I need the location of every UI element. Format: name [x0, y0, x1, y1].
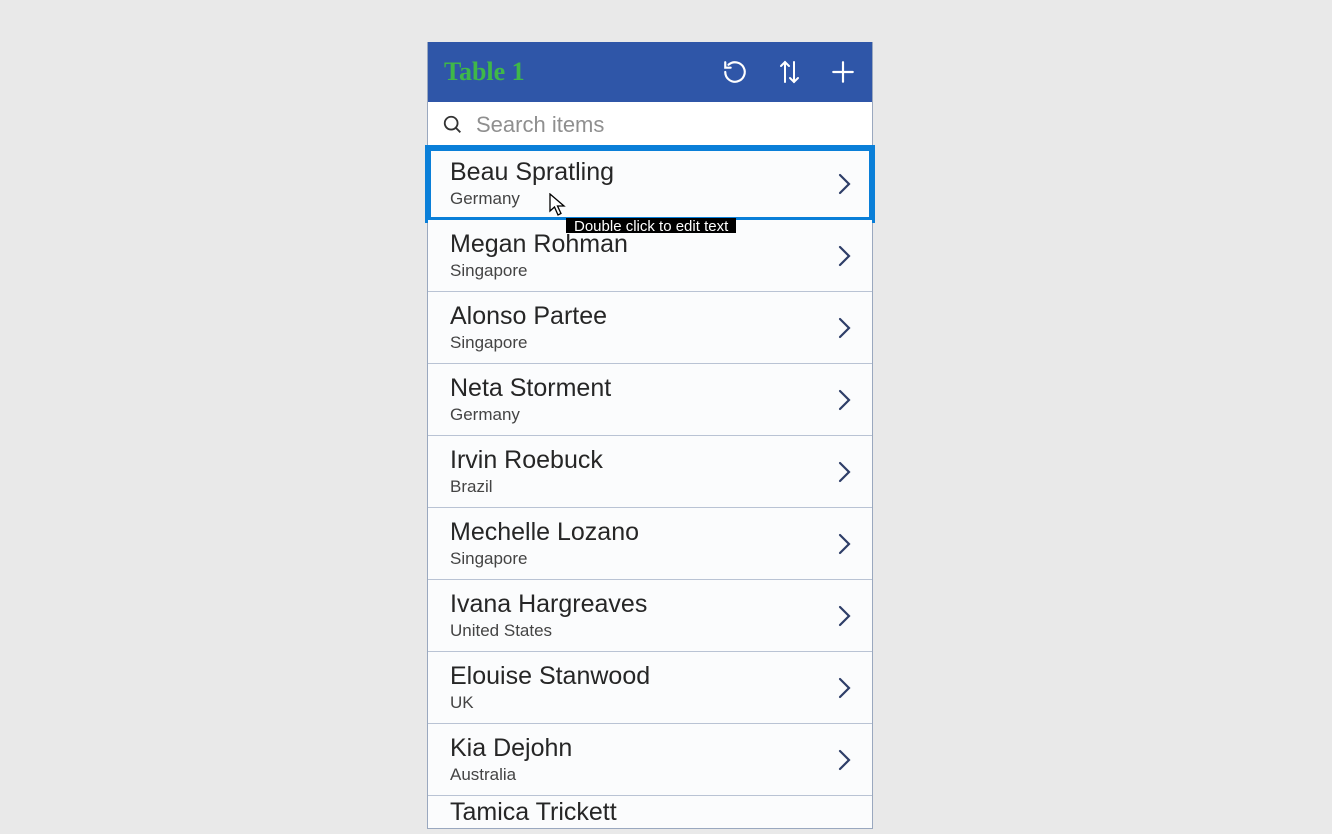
item-subtitle: Brazil [450, 477, 834, 497]
item-text: Megan RohmanSingapore [450, 230, 834, 281]
list-item[interactable]: Ivana HargreavesUnited States [428, 580, 872, 652]
list-item[interactable]: Elouise StanwoodUK [428, 652, 872, 724]
header-bar: Table 1 [428, 42, 872, 102]
refresh-icon [722, 59, 748, 85]
item-text: Alonso ParteeSingapore [450, 302, 834, 353]
list-item[interactable]: Irvin RoebuckBrazil [428, 436, 872, 508]
item-subtitle: UK [450, 693, 834, 713]
item-subtitle: Australia [450, 765, 834, 785]
chevron-right-icon [834, 604, 856, 628]
app-panel: Table 1 [427, 42, 873, 829]
item-title: Kia Dejohn [450, 734, 834, 763]
add-button[interactable] [828, 57, 858, 87]
item-text: Kia DejohnAustralia [450, 734, 834, 785]
item-text: Irvin RoebuckBrazil [450, 446, 834, 497]
item-subtitle: Singapore [450, 333, 834, 353]
item-title: Mechelle Lozano [450, 518, 834, 547]
header-actions [720, 57, 858, 87]
search-icon [442, 114, 464, 136]
list-item[interactable]: Neta StormentGermany [428, 364, 872, 436]
chevron-right-icon [834, 244, 856, 268]
search-input[interactable] [476, 112, 860, 138]
item-title: Alonso Partee [450, 302, 834, 331]
item-text: Ivana HargreavesUnited States [450, 590, 834, 641]
item-subtitle: Germany [450, 405, 834, 425]
chevron-right-icon [834, 676, 856, 700]
item-title: Ivana Hargreaves [450, 590, 834, 619]
item-title: Neta Storment [450, 374, 834, 403]
refresh-button[interactable] [720, 57, 750, 87]
item-title: Tamica Trickett [450, 796, 856, 827]
item-title: Megan Rohman [450, 230, 834, 259]
item-subtitle: Germany [450, 189, 834, 209]
plus-icon [830, 59, 856, 85]
list-item[interactable]: Mechelle LozanoSingapore [428, 508, 872, 580]
list-item[interactable]: Alonso ParteeSingapore [428, 292, 872, 364]
items-list: Beau SpratlingGermanyMegan RohmanSingapo… [428, 148, 872, 828]
chevron-right-icon [834, 460, 856, 484]
list-item[interactable]: Megan RohmanSingapore [428, 220, 872, 292]
item-title: Irvin Roebuck [450, 446, 834, 475]
item-text: Mechelle LozanoSingapore [450, 518, 834, 569]
item-title: Elouise Stanwood [450, 662, 834, 691]
item-subtitle: United States [450, 621, 834, 641]
list-item[interactable]: Kia DejohnAustralia [428, 724, 872, 796]
item-text: Elouise StanwoodUK [450, 662, 834, 713]
chevron-right-icon [834, 532, 856, 556]
chevron-right-icon [834, 748, 856, 772]
item-text: Tamica Trickett [450, 796, 856, 827]
chevron-right-icon [834, 172, 856, 196]
list-item[interactable]: Tamica Trickett [428, 796, 872, 828]
chevron-right-icon [834, 388, 856, 412]
list-item[interactable]: Beau SpratlingGermany [428, 148, 872, 220]
header-title: Table 1 [444, 57, 720, 87]
sort-icon [777, 58, 801, 86]
search-row [428, 102, 872, 148]
item-subtitle: Singapore [450, 261, 834, 281]
item-title: Beau Spratling [450, 158, 834, 187]
sort-button[interactable] [774, 57, 804, 87]
item-text: Beau SpratlingGermany [450, 158, 834, 209]
chevron-right-icon [834, 316, 856, 340]
item-text: Neta StormentGermany [450, 374, 834, 425]
item-subtitle: Singapore [450, 549, 834, 569]
